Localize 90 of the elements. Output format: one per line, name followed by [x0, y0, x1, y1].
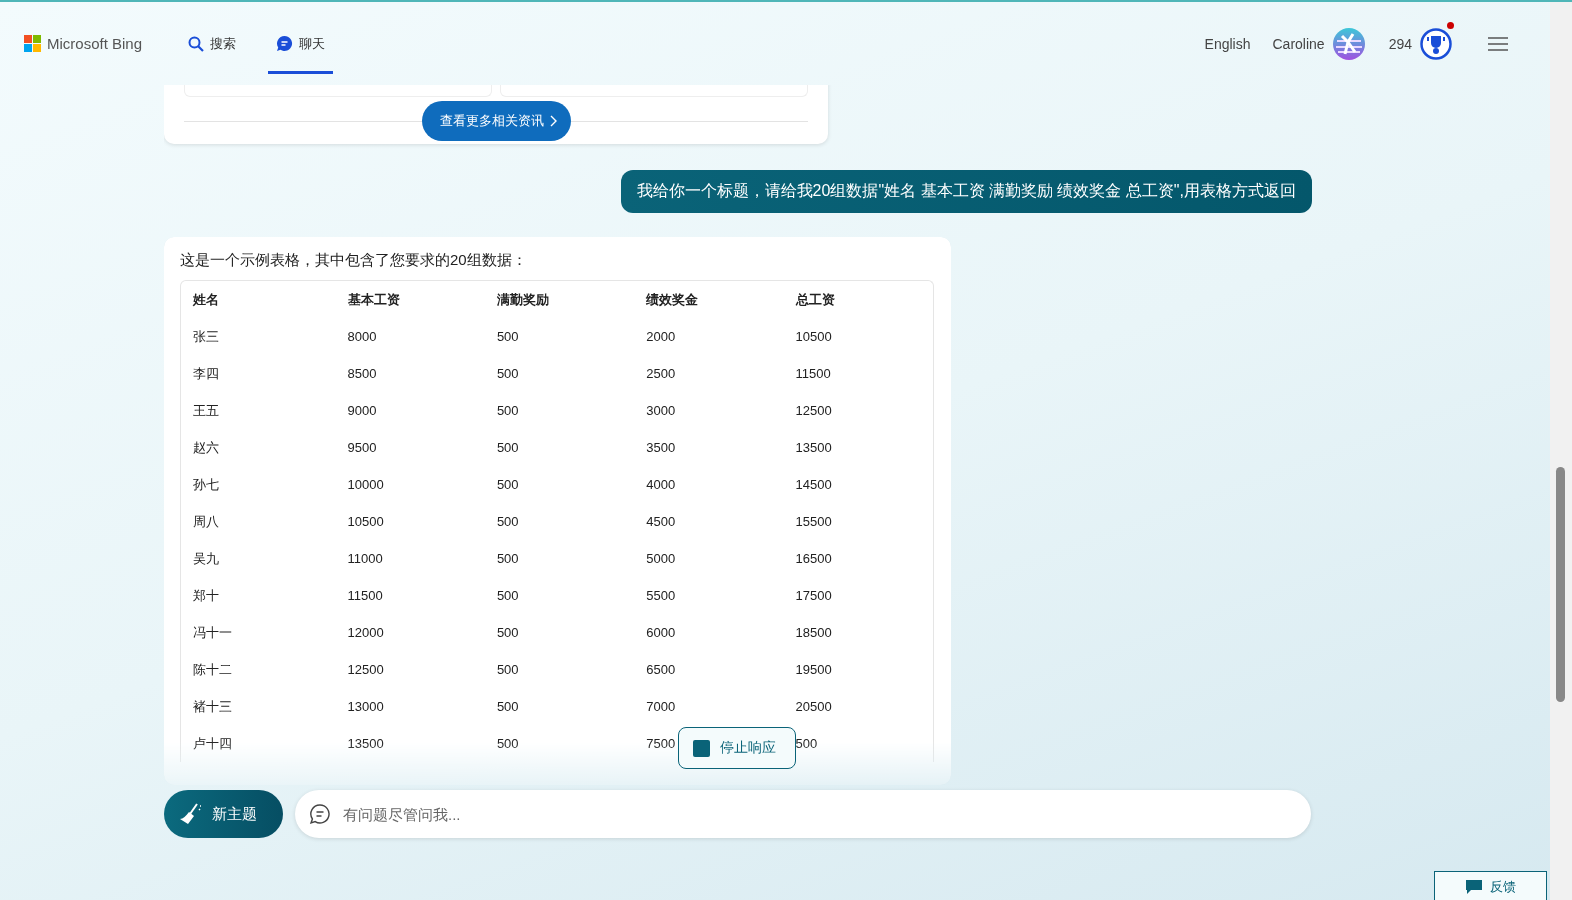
windows-logo-icon: [24, 35, 41, 52]
table-cell: 500: [496, 699, 519, 714]
table-cell: 500: [496, 736, 519, 751]
table-cell: 3500: [646, 440, 676, 455]
table-cell: 李四: [193, 365, 219, 381]
column-header: 姓名: [193, 291, 219, 307]
new-topic-button[interactable]: 新主题: [164, 790, 283, 838]
speech-bubble-icon: [1465, 880, 1482, 894]
table-cell: 500: [496, 625, 519, 640]
more-news-button[interactable]: 查看更多相关资讯: [421, 101, 571, 141]
avatar-icon[interactable]: [1332, 27, 1365, 60]
chevron-icon: [549, 115, 557, 127]
stop-response-button[interactable]: 停止响应: [678, 727, 796, 769]
table-cell: 20500: [795, 699, 832, 714]
table-cell: 12500: [795, 403, 832, 418]
column-header: 绩效奖金: [646, 291, 699, 307]
points-count[interactable]: 294: [1388, 35, 1412, 52]
logo-text[interactable]: Microsoft Bing: [47, 35, 143, 52]
table-cell: 13500: [347, 736, 384, 751]
table-cell: 2500: [646, 366, 676, 381]
chat-input-field[interactable]: 有问题尽管问我...: [295, 790, 1311, 838]
table-cell: 周八: [193, 513, 219, 529]
table-cell: 卢十四: [193, 735, 232, 751]
table-cell: 500: [496, 477, 519, 492]
table-cell: 14500: [795, 477, 832, 492]
search-icon: [188, 35, 205, 52]
table-cell: 4000: [646, 477, 676, 492]
table-cell: 500: [496, 588, 519, 603]
table-cell: 12000: [347, 625, 384, 640]
table-cell: 赵六: [193, 439, 219, 455]
table-cell: 500: [496, 329, 519, 344]
table-cell: 9000: [347, 403, 377, 418]
nav-tab[interactable]: 聊天: [268, 13, 334, 74]
table-cell: 陈十二: [193, 661, 232, 677]
table-cell: 4500: [646, 514, 676, 529]
table-cell: 500: [496, 440, 519, 455]
bot-message-text: 这是一个示例表格，其中包含了您要求的20组数据：: [180, 251, 528, 270]
chat-icon: [276, 35, 294, 52]
column-header: 总工资: [795, 291, 835, 307]
table-cell: 500: [795, 736, 818, 751]
table-cell: 11000: [347, 551, 383, 566]
table-cell: 8000: [347, 329, 377, 344]
table-cell: 吴九: [193, 550, 219, 566]
broom-icon: [178, 802, 202, 826]
table-cell: 500: [496, 662, 519, 677]
table-cell: 5500: [646, 588, 676, 603]
table-cell: 6500: [646, 662, 676, 677]
table-cell: 500: [496, 366, 519, 381]
table-cell: 8500: [347, 366, 377, 381]
user-name[interactable]: Caroline: [1272, 35, 1325, 52]
table-cell: 15500: [795, 514, 832, 529]
table-cell: 18500: [795, 625, 832, 640]
scrollbar[interactable]: [1550, 2, 1572, 900]
table-cell: 500: [496, 551, 519, 566]
table-cell: 7000: [646, 699, 676, 714]
chat-bubble-icon: [309, 803, 331, 825]
table-cell: 孙七: [193, 476, 219, 492]
column-header: 满勤奖励: [496, 291, 549, 307]
table-cell: 500: [496, 514, 519, 529]
table-cell: 13500: [795, 440, 832, 455]
feedback-button[interactable]: 反馈: [1434, 871, 1547, 900]
table-cell: 2000: [646, 329, 676, 344]
language-link[interactable]: English: [1204, 35, 1251, 52]
table-cell: 10500: [347, 514, 384, 529]
table-cell: 王五: [193, 402, 219, 418]
table-cell: 6000: [646, 625, 676, 640]
column-header: 基本工资: [347, 291, 400, 307]
table-cell: 16500: [795, 551, 832, 566]
table-cell: 12500: [347, 662, 384, 677]
table-cell: 11500: [347, 588, 383, 603]
trophy-icon[interactable]: [1420, 27, 1452, 60]
table-cell: 11500: [795, 366, 831, 381]
table-cell: 17500: [795, 588, 832, 603]
table-cell: 郑十: [193, 587, 219, 603]
table-cell: 7500: [646, 736, 676, 751]
table-cell: 13000: [347, 699, 384, 714]
table-cell: 冯十一: [193, 624, 232, 640]
table-cell: 3000: [646, 403, 676, 418]
menu-icon[interactable]: [1488, 35, 1508, 52]
table-cell: 5000: [646, 551, 676, 566]
table-cell: 500: [496, 403, 519, 418]
table-cell: 19500: [795, 662, 832, 677]
stop-icon: [693, 739, 710, 757]
user-message: 我给你一个标题，请给我20组数据"姓名 基本工资 满勤奖励 绩效奖金 总工资",用表格方式返回: [620, 170, 1312, 213]
table-cell: 10000: [347, 477, 384, 492]
table-cell: 张三: [193, 328, 219, 344]
table-cell: 9500: [347, 440, 377, 455]
table-cell: 10500: [795, 329, 832, 344]
nav-tab[interactable]: 搜索: [180, 13, 245, 74]
table-cell: 褚十三: [193, 698, 232, 714]
